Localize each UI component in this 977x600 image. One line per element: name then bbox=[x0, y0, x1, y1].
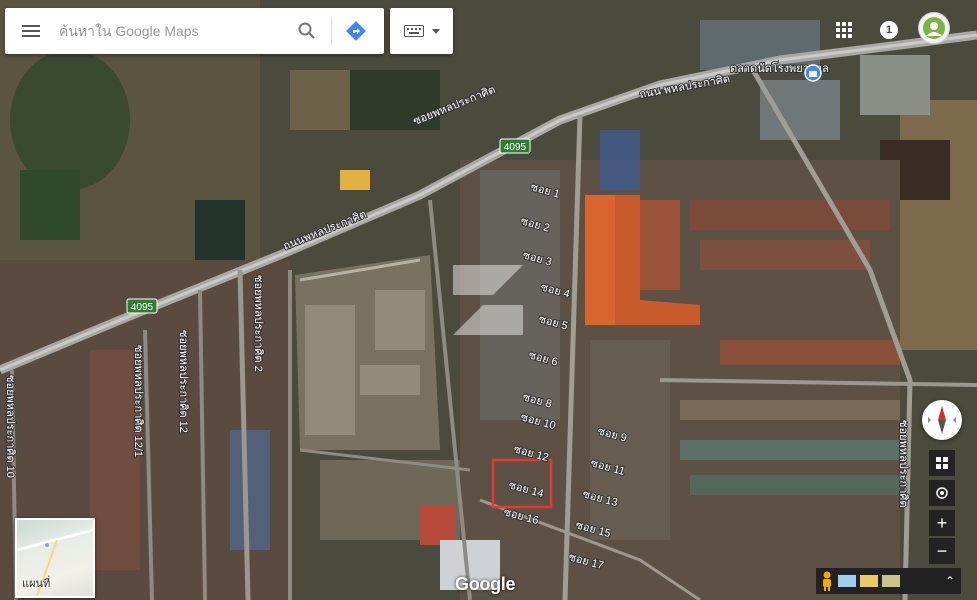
zoom-in-button[interactable]: + bbox=[929, 510, 955, 536]
my-location-icon bbox=[936, 487, 948, 499]
shopping-bag-icon[interactable] bbox=[804, 64, 822, 82]
search-box bbox=[5, 8, 384, 54]
road-label: ซอยพหลประกาศิต 2 bbox=[252, 275, 264, 372]
hamburger-icon bbox=[22, 22, 40, 40]
avatar[interactable] bbox=[918, 12, 950, 44]
apps-grid-icon[interactable] bbox=[836, 22, 852, 38]
my-location-button[interactable] bbox=[929, 480, 955, 506]
input-tools-button[interactable] bbox=[390, 8, 453, 54]
watermark-logo bbox=[443, 255, 533, 350]
zoom-out-button[interactable]: − bbox=[929, 538, 955, 564]
imagery-thumbnail[interactable] bbox=[882, 575, 900, 587]
map-type-toggle[interactable]: แผนที่ bbox=[15, 518, 95, 598]
compass-button[interactable] bbox=[922, 400, 962, 440]
keyboard-icon bbox=[403, 25, 424, 37]
map-type-label: แผนที่ bbox=[22, 578, 51, 590]
compass-icon bbox=[928, 406, 956, 434]
road-label: ซอยพหลประกาศิต 12 bbox=[177, 330, 189, 433]
dropdown-arrow-icon bbox=[431, 28, 440, 34]
route-shield-label: 4095 bbox=[504, 142, 527, 153]
account-avatar-icon bbox=[923, 17, 945, 39]
notification-badge[interactable]: 1 bbox=[880, 21, 898, 39]
grid-icon bbox=[936, 457, 948, 469]
expand-chevron-icon[interactable]: ⌃ bbox=[945, 574, 955, 588]
road-label: ซอยพหลประกาศิต bbox=[897, 420, 909, 508]
divider bbox=[331, 17, 332, 45]
directions-button[interactable] bbox=[338, 8, 374, 54]
road-label: ซอยพหลประกาศิต 10 bbox=[4, 375, 16, 478]
road-label: ซอยพหลประกาศิต 12/1 bbox=[132, 345, 144, 457]
search-icon bbox=[298, 22, 315, 39]
menu-button[interactable] bbox=[5, 8, 57, 54]
imagery-thumbnail[interactable] bbox=[838, 575, 856, 587]
tilt-button[interactable] bbox=[929, 450, 955, 476]
route-shield-label: 4095 bbox=[131, 302, 154, 313]
search-input[interactable] bbox=[57, 22, 289, 40]
search-button[interactable] bbox=[289, 8, 325, 54]
pegman-icon[interactable] bbox=[820, 571, 834, 591]
imagery-thumbnail[interactable] bbox=[860, 575, 878, 587]
google-logo: Google bbox=[455, 574, 516, 594]
directions-icon bbox=[346, 21, 366, 41]
bottom-toolbar: ⌃ bbox=[816, 568, 961, 594]
